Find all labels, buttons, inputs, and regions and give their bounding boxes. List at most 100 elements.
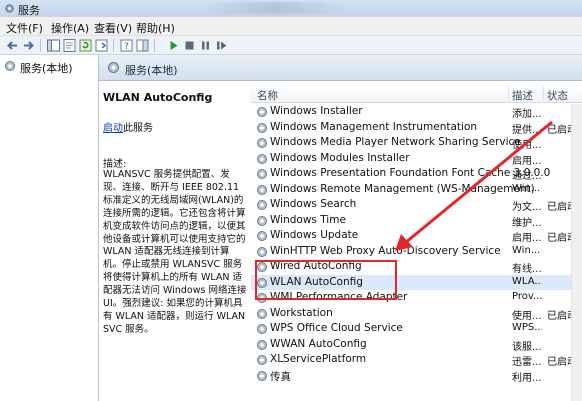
toolbar-separator	[40, 39, 41, 52]
service-name: Windows Modules Installer	[270, 151, 410, 164]
refresh-icon[interactable]	[78, 38, 93, 53]
gear-icon	[5, 61, 15, 71]
toolbar-separator	[113, 39, 114, 52]
service-name: WWAN AutoConfig	[270, 337, 367, 350]
menu-view[interactable]: 查看(V)	[94, 20, 132, 36]
service-description: 迅雷...	[512, 357, 542, 368]
service-description: 添加...	[512, 109, 542, 120]
service-row[interactable]: XLServicePlatform 迅雷... 已启动	[251, 352, 582, 368]
vertical-scrollbar[interactable]	[571, 104, 582, 401]
service-name: WinHTTP Web Proxy Auto-Discovery Service	[270, 244, 501, 257]
service-description: Win...	[512, 244, 541, 256]
gear-icon	[257, 184, 267, 195]
gear-icon	[257, 153, 267, 164]
window-title: 服务	[18, 4, 40, 17]
properties-sheet-icon[interactable]	[62, 38, 77, 53]
column-divider[interactable]	[508, 86, 509, 103]
service-description: Prov...	[512, 291, 542, 302]
service-description: 启用...	[512, 155, 542, 167]
start-service-suffix: 此服务	[123, 123, 153, 134]
pause-service-icon[interactable]	[198, 38, 213, 53]
show-hide-pane-icon[interactable]	[135, 38, 150, 53]
gear-icon	[257, 200, 267, 210]
services-list: 名称 描述 状态 Windows Installer 添加... Windows M…	[251, 86, 582, 401]
service-description: 利用...	[512, 372, 542, 384]
service-name: Windows Search	[270, 198, 357, 210]
gear-icon	[108, 62, 119, 73]
service-description: 有线...	[512, 264, 542, 275]
service-row[interactable]: WPS Office Cloud Service WPS...	[251, 321, 582, 337]
console-tree-icon[interactable]	[46, 38, 61, 53]
column-header-status[interactable]: 状态	[547, 88, 568, 103]
service-description: 为文...	[512, 202, 542, 213]
service-row[interactable]: WinHTTP Web Proxy Auto-Discovery Service…	[251, 244, 582, 260]
service-description: Win...	[512, 182, 541, 194]
service-description: 该服...	[512, 341, 542, 353]
service-name: Windows Remote Management (WS-Management…	[270, 182, 535, 195]
description-text: WLANSVC 服务提供配置、发现、连接、断开与 IEEE 802.11 标准定…	[103, 169, 247, 335]
service-name: Windows Update	[270, 229, 359, 241]
service-name: Workstation	[270, 306, 333, 319]
service-name: WPS Office Cloud Service	[270, 322, 403, 334]
service-description: 通过...	[512, 171, 542, 182]
stop-service-icon[interactable]	[182, 38, 197, 53]
menu-help[interactable]: 帮助(H)	[136, 20, 175, 36]
menu-action[interactable]: 操作(A)	[51, 20, 89, 36]
service-description: 提供...	[512, 124, 542, 136]
gear-icon	[257, 169, 267, 179]
service-description: 维护...	[512, 217, 542, 229]
svg-text:?: ?	[124, 42, 129, 52]
service-name: 传真	[270, 370, 291, 383]
column-divider[interactable]	[543, 86, 544, 103]
start-service-link[interactable]: 启动	[103, 123, 123, 134]
description-label: 描述:	[103, 159, 127, 170]
service-row[interactable]: Windows Modules Installer 启用...	[251, 151, 582, 167]
service-row[interactable]: WWAN AutoConfig 该服...	[251, 337, 582, 353]
start-service-icon[interactable]	[166, 38, 181, 53]
menu-file[interactable]: 文件(F)	[6, 20, 43, 36]
gear-icon	[257, 122, 267, 133]
back-arrow-icon[interactable]	[5, 38, 20, 53]
gear-icon	[257, 246, 267, 257]
list-header: 名称 描述 状态	[251, 86, 582, 103]
service-description: 启用...	[512, 233, 542, 244]
service-row[interactable]: 传真 利用...	[251, 368, 582, 384]
service-name: Windows Presentation Foundation Font Cac…	[270, 167, 551, 179]
column-header-name[interactable]: 名称	[257, 88, 278, 103]
gear-icon	[257, 308, 267, 319]
service-row[interactable]: Windows Remote Management (WS-Management…	[251, 182, 582, 198]
gear-icon	[257, 138, 267, 148]
menu-bar: 文件(F) 操作(A) 查看(V) 帮助(H)	[0, 17, 582, 36]
service-name: Windows Media Player Network Sharing Ser…	[270, 136, 521, 148]
pane-header: 服务(本地)	[99, 55, 582, 81]
gear-icon	[257, 324, 267, 334]
tree-node-label: 服务(本地)	[20, 62, 73, 75]
service-row[interactable]: Windows Installer 添加...	[251, 104, 582, 120]
detail-service-title: WLAN AutoConfig	[103, 91, 213, 104]
service-row[interactable]: Windows Search 为文... 已启动	[251, 197, 582, 213]
service-row[interactable]: Windows Media Player Network Sharing Ser…	[251, 135, 582, 151]
gear-icon	[257, 339, 267, 350]
service-description: 使用...	[512, 140, 542, 151]
gear-icon	[257, 370, 267, 381]
service-description: 使用...	[512, 310, 542, 322]
gear-icon	[257, 107, 267, 117]
gear-icon	[257, 215, 267, 226]
service-row[interactable]: Windows Time 维护...	[251, 213, 582, 229]
service-row[interactable]: Windows Management Instrumentation 提供... 已…	[251, 120, 582, 136]
export-list-icon[interactable]	[94, 38, 109, 53]
service-name: Windows Installer	[270, 105, 363, 117]
service-name: Windows Management Instrumentation	[270, 120, 478, 133]
service-row[interactable]: Workstation 使用... 已启动	[251, 306, 582, 322]
highlight-box	[255, 260, 397, 300]
forward-arrow-icon[interactable]	[21, 38, 36, 53]
restart-service-icon[interactable]	[214, 38, 229, 53]
blurred-title-area	[200, 2, 350, 14]
gear-icon	[257, 355, 267, 365]
service-description: WLA...	[512, 275, 542, 287]
service-row[interactable]: Windows Presentation Foundation Font Cac…	[251, 166, 582, 182]
help-icon[interactable]: ?	[119, 38, 134, 53]
pane-header-title: 服务(本地)	[125, 64, 178, 77]
service-row[interactable]: Windows Update 启用... 已启动	[251, 228, 582, 244]
column-header-description[interactable]: 描述	[512, 88, 533, 103]
